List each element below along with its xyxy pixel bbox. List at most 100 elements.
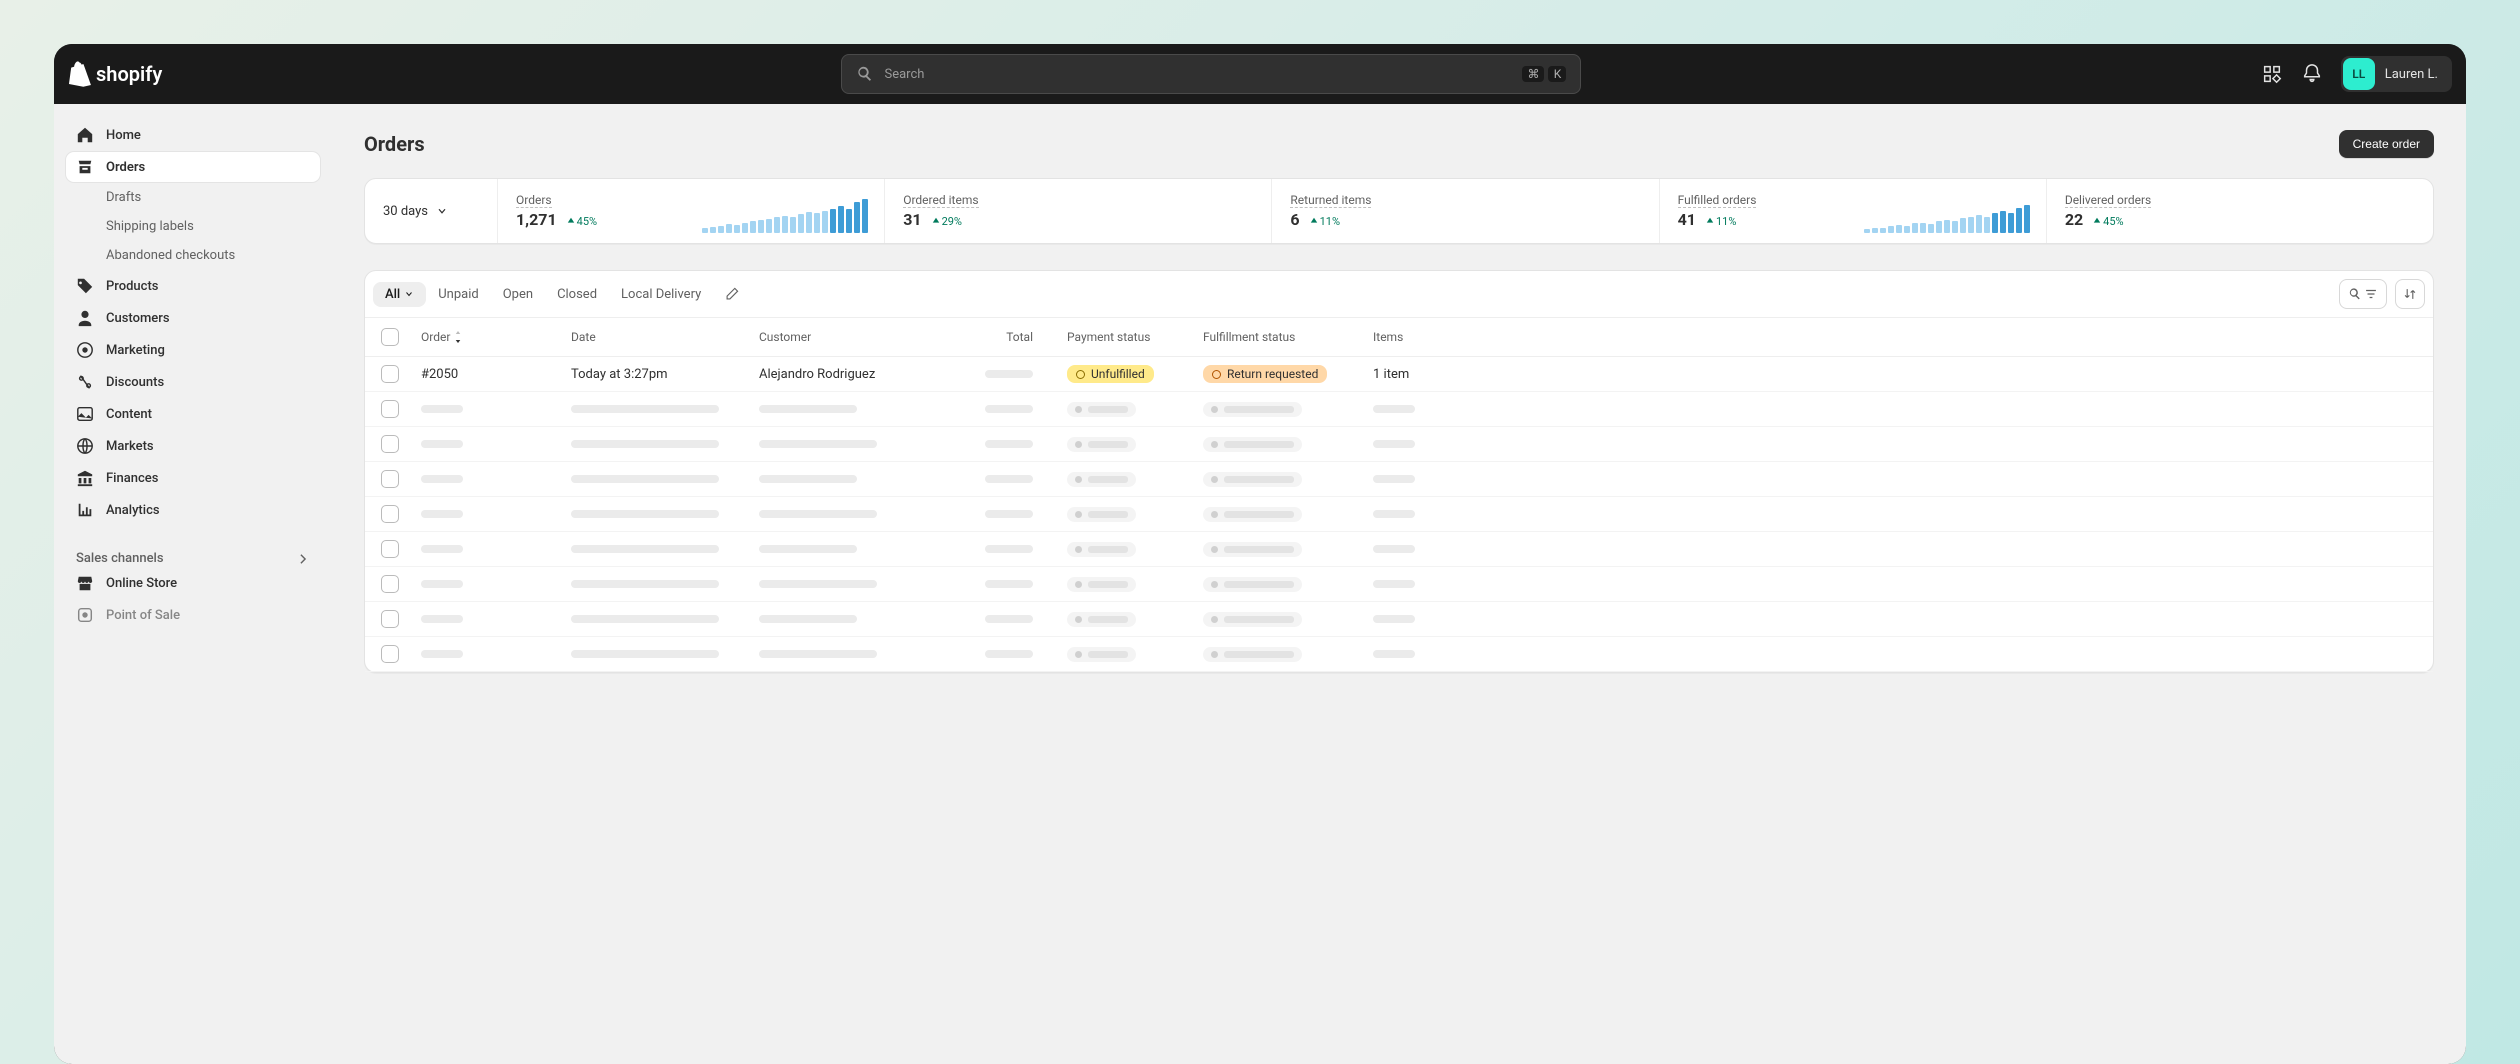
tab-closed[interactable]: Closed <box>545 282 609 307</box>
search-input[interactable]: Search ⌘ K <box>841 54 1581 94</box>
stat-ordered-items[interactable]: Ordered items 31 29% <box>884 179 1271 243</box>
skeleton <box>421 510 463 518</box>
skeleton <box>985 440 1033 448</box>
col-total[interactable]: Total <box>949 330 1033 344</box>
tab-open[interactable]: Open <box>491 282 545 307</box>
stat-fulfilled-orders[interactable]: Fulfilled orders 41 11% <box>1659 179 2046 243</box>
skeleton <box>1067 507 1136 522</box>
col-fulfillment[interactable]: Fulfillment status <box>1203 330 1373 344</box>
tag-icon <box>76 277 94 295</box>
row-checkbox[interactable] <box>381 645 399 663</box>
date-range-selector[interactable]: 30 days <box>365 179 497 243</box>
edit-views-button[interactable] <box>713 282 751 306</box>
table-row[interactable] <box>365 602 2433 637</box>
row-checkbox[interactable] <box>381 400 399 418</box>
brand-logo[interactable]: shopify <box>68 61 162 87</box>
table-row[interactable] <box>365 497 2433 532</box>
table-row[interactable] <box>365 567 2433 602</box>
skeleton <box>985 370 1033 378</box>
apps-icon[interactable] <box>2261 63 2283 85</box>
stat-delivered-orders[interactable]: Delivered orders 22 45% <box>2046 179 2433 243</box>
row-checkbox[interactable] <box>381 470 399 488</box>
nav-abandoned[interactable]: Abandoned checkouts <box>66 242 320 269</box>
row-checkbox[interactable] <box>381 540 399 558</box>
skeleton <box>421 545 463 553</box>
skeleton <box>1203 542 1302 557</box>
nav-home[interactable]: Home <box>66 120 320 150</box>
tab-local-delivery[interactable]: Local Delivery <box>609 282 713 307</box>
page-title: Orders <box>364 132 425 156</box>
table-row[interactable] <box>365 637 2433 672</box>
nav-drafts[interactable]: Drafts <box>66 184 320 211</box>
sort-button[interactable] <box>2395 279 2425 309</box>
nav-online-store[interactable]: Online Store <box>66 568 320 598</box>
col-date[interactable]: Date <box>571 330 759 344</box>
tabs-row: All Unpaid Open Closed Local Delivery <box>365 271 2433 318</box>
col-payment[interactable]: Payment status <box>1033 330 1203 344</box>
sort-icon <box>2403 287 2417 301</box>
skeleton <box>571 615 719 623</box>
skeleton <box>1373 650 1415 658</box>
skeleton <box>571 440 719 448</box>
tab-unpaid[interactable]: Unpaid <box>426 282 490 307</box>
skeleton <box>1067 612 1136 627</box>
col-order[interactable]: Order <box>421 330 571 344</box>
table-row[interactable]: #2050 Today at 3:27pm Alejandro Rodrigue… <box>365 357 2433 392</box>
cell-date: Today at 3:27pm <box>571 367 759 382</box>
fulfillment-badge: Return requested <box>1203 365 1327 383</box>
search-icon <box>2348 287 2362 301</box>
nav-customers[interactable]: Customers <box>66 303 320 333</box>
create-order-button[interactable]: Create order <box>2339 130 2434 158</box>
skeleton <box>571 475 719 483</box>
skeleton <box>571 545 719 553</box>
cell-order: #2050 <box>421 367 571 382</box>
nav-marketing[interactable]: Marketing <box>66 335 320 365</box>
bell-icon[interactable] <box>2301 63 2323 85</box>
row-checkbox[interactable] <box>381 365 399 383</box>
select-all-checkbox[interactable] <box>381 328 399 346</box>
stat-orders[interactable]: Orders 1,271 45% <box>497 179 884 243</box>
row-checkbox[interactable] <box>381 435 399 453</box>
user-menu[interactable]: LL Lauren L. <box>2341 56 2452 92</box>
table-row[interactable] <box>365 427 2433 462</box>
chart-icon <box>76 501 94 519</box>
search-shortcut: ⌘ K <box>1522 66 1566 82</box>
row-checkbox[interactable] <box>381 505 399 523</box>
row-checkbox[interactable] <box>381 575 399 593</box>
row-checkbox[interactable] <box>381 610 399 628</box>
nav-content[interactable]: Content <box>66 399 320 429</box>
search-filter-button[interactable] <box>2339 279 2387 309</box>
skeleton <box>1203 437 1302 452</box>
skeleton <box>1203 612 1302 627</box>
skeleton <box>985 405 1033 413</box>
sales-channels-header[interactable]: Sales channels <box>66 551 320 566</box>
table-row[interactable] <box>365 392 2433 427</box>
table-row[interactable] <box>365 532 2433 567</box>
nav-pos[interactable]: Point of Sale <box>66 600 320 630</box>
sparkline-icon <box>702 199 868 233</box>
target-icon <box>76 341 94 359</box>
nav-shipping-labels[interactable]: Shipping labels <box>66 213 320 240</box>
nav-products[interactable]: Products <box>66 271 320 301</box>
skeleton <box>985 475 1033 483</box>
home-icon <box>76 126 94 144</box>
cell-items: 1 item <box>1373 367 2417 382</box>
nav-discounts[interactable]: Discounts <box>66 367 320 397</box>
payment-badge: Unfulfilled <box>1067 365 1154 383</box>
skeleton <box>421 580 463 588</box>
stat-returned-items[interactable]: Returned items 6 11% <box>1271 179 1658 243</box>
skeleton <box>421 615 463 623</box>
caret-up-icon <box>1310 217 1318 225</box>
tab-all[interactable]: All <box>373 282 426 307</box>
nav-markets[interactable]: Markets <box>66 431 320 461</box>
col-customer[interactable]: Customer <box>759 330 949 344</box>
skeleton <box>759 615 857 623</box>
skeleton <box>759 650 877 658</box>
col-items[interactable]: Items <box>1373 330 2417 344</box>
nav-orders[interactable]: Orders <box>66 152 320 182</box>
skeleton <box>1067 472 1136 487</box>
skeleton <box>421 475 463 483</box>
table-row[interactable] <box>365 462 2433 497</box>
nav-finances[interactable]: Finances <box>66 463 320 493</box>
nav-analytics[interactable]: Analytics <box>66 495 320 525</box>
